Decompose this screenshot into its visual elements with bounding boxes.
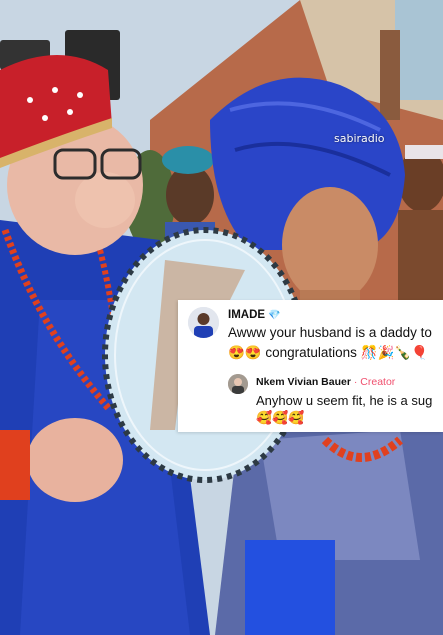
avatar[interactable] bbox=[188, 307, 219, 338]
reply-text: Anyhow u seem fit, he is a sug bbox=[256, 393, 433, 408]
reply-emojis: 🥰🥰🥰 bbox=[256, 410, 305, 425]
comment-overlay: IMADE 💎 Awww your husband is a daddy to … bbox=[178, 300, 443, 432]
reply-username: Nkem Vivian Bauer bbox=[256, 376, 351, 388]
avatar-image bbox=[188, 307, 219, 338]
comment-username-text: IMADE bbox=[228, 309, 266, 321]
diamond-icon: 💎 bbox=[268, 310, 281, 321]
creator-badge: · Creator bbox=[353, 376, 396, 388]
watermark: sabiradio bbox=[334, 132, 385, 145]
reply-username-row[interactable]: Nkem Vivian Bauer · Creator bbox=[256, 376, 395, 388]
comment-text-line2: 😍😍 congratulations 🎊🎉🍾🎈 bbox=[228, 345, 428, 360]
reply-avatar-image bbox=[228, 374, 248, 394]
reply-avatar[interactable] bbox=[228, 374, 248, 394]
comment-text-line1: Awww your husband is a daddy to bbox=[228, 325, 432, 340]
comment-username[interactable]: IMADE 💎 bbox=[228, 309, 281, 321]
